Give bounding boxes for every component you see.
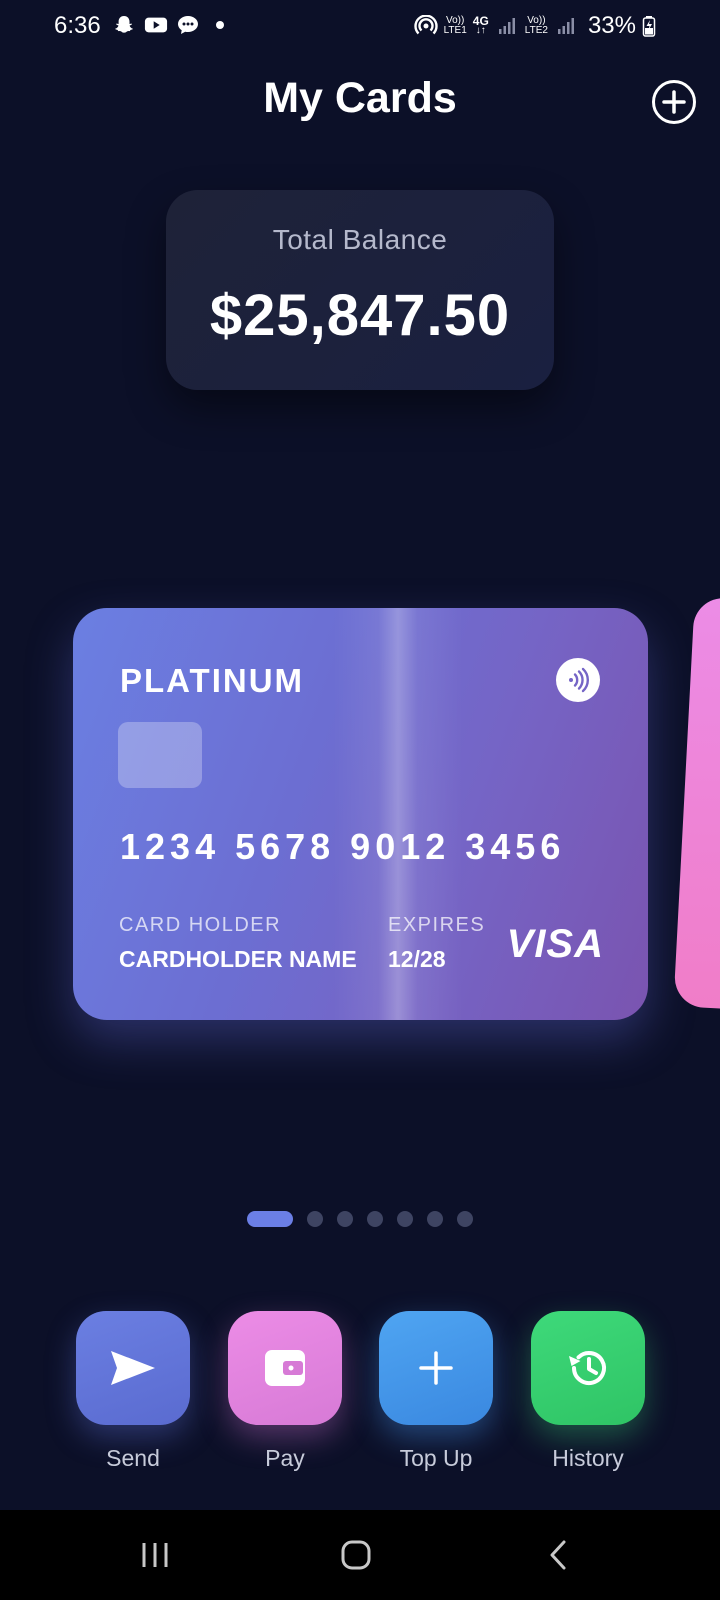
network-type: 4G ↓↑: [472, 14, 489, 36]
pager-dot[interactable]: [397, 1211, 413, 1227]
card-tier: PLATINUM: [120, 662, 305, 699]
balance-amount: $25,847.50: [209, 283, 511, 348]
visa-logo: VISA: [506, 922, 604, 966]
history-label: History: [552, 1445, 624, 1471]
top-up-label: Top Up: [399, 1445, 473, 1471]
card-holder-name: CARDHOLDER NAME: [119, 946, 357, 972]
dot-icon: [208, 14, 232, 36]
hotspot-icon: [413, 15, 438, 37]
next-card-preview[interactable]: [673, 596, 720, 1014]
pager-dot[interactable]: [427, 1211, 443, 1227]
top-up-button[interactable]: [379, 1311, 493, 1425]
recent-apps-button[interactable]: [125, 1532, 185, 1578]
send-icon: [111, 1351, 155, 1385]
back-button[interactable]: [528, 1532, 588, 1578]
youtube-icon: [144, 14, 168, 36]
send-action: Send: [76, 1311, 190, 1472]
signal-icon-2: [554, 15, 578, 37]
page-title: My Cards: [263, 74, 457, 122]
sim1-volte: Vo)) LTE1: [443, 15, 467, 36]
pager-dot[interactable]: [307, 1211, 323, 1227]
notification-icons: [112, 14, 232, 36]
my-cards-screen: 6:36 Vo)) LTE1 4G ↓↑ Vo)) LTE2 33% My Ca…: [0, 0, 720, 1600]
status-right: Vo)) LTE1 4G ↓↑ Vo)) LTE2 33%: [413, 12, 656, 40]
balance-label: Total Balance: [272, 224, 448, 255]
snapchat-icon: [112, 14, 136, 36]
pager-dot[interactable]: [457, 1211, 473, 1227]
card-holder-label: CARD HOLDER: [119, 914, 282, 936]
history-icon: [569, 1351, 606, 1385]
quick-actions: Send Pay Top Up History: [0, 1311, 720, 1471]
message-icon: [176, 14, 200, 36]
signal-icon-1: [495, 15, 519, 37]
send-button[interactable]: [76, 1311, 190, 1425]
pay-button[interactable]: [228, 1311, 342, 1425]
pager-dot[interactable]: [337, 1211, 353, 1227]
pager-dot-active[interactable]: [247, 1211, 293, 1227]
card-pager: [247, 1211, 473, 1227]
recent-apps-icon: [142, 1543, 168, 1567]
credit-card-platinum[interactable]: PLATINUM 1234 5678 9012 3456 CARD HOLDER…: [73, 608, 648, 1020]
send-label: Send: [106, 1445, 160, 1471]
expires-value: 12/28: [388, 946, 446, 972]
pager-dot[interactable]: [367, 1211, 383, 1227]
wallet-icon: [265, 1350, 305, 1386]
contactless-icon: [556, 658, 600, 702]
total-balance-card: Total Balance $25,847.50: [166, 190, 554, 390]
status-bar: 6:36 Vo)) LTE1 4G ↓↑ Vo)) LTE2 33%: [0, 0, 720, 52]
home-icon: [341, 1540, 371, 1570]
plus-icon: [419, 1351, 453, 1385]
pay-action: Pay: [228, 1311, 342, 1472]
pay-label: Pay: [265, 1445, 305, 1471]
plus-circle-icon: [662, 90, 686, 114]
add-card-button[interactable]: [652, 80, 696, 124]
expires-label: EXPIRES: [388, 914, 486, 936]
history-button[interactable]: [531, 1311, 645, 1425]
top-up-action: Top Up: [379, 1311, 493, 1472]
status-time: 6:36: [54, 12, 101, 39]
back-icon: [550, 1540, 566, 1570]
sim2-volte: Vo)) LTE2: [524, 15, 548, 36]
home-button[interactable]: [326, 1532, 386, 1578]
system-nav-bar: [0, 1510, 720, 1600]
card-number: 1234 5678 9012 3456: [120, 826, 566, 867]
battery-charging-icon: [642, 15, 656, 37]
battery-percentage: 33%: [587, 12, 636, 39]
history-action: History: [531, 1311, 645, 1472]
card-chip: [118, 722, 202, 788]
